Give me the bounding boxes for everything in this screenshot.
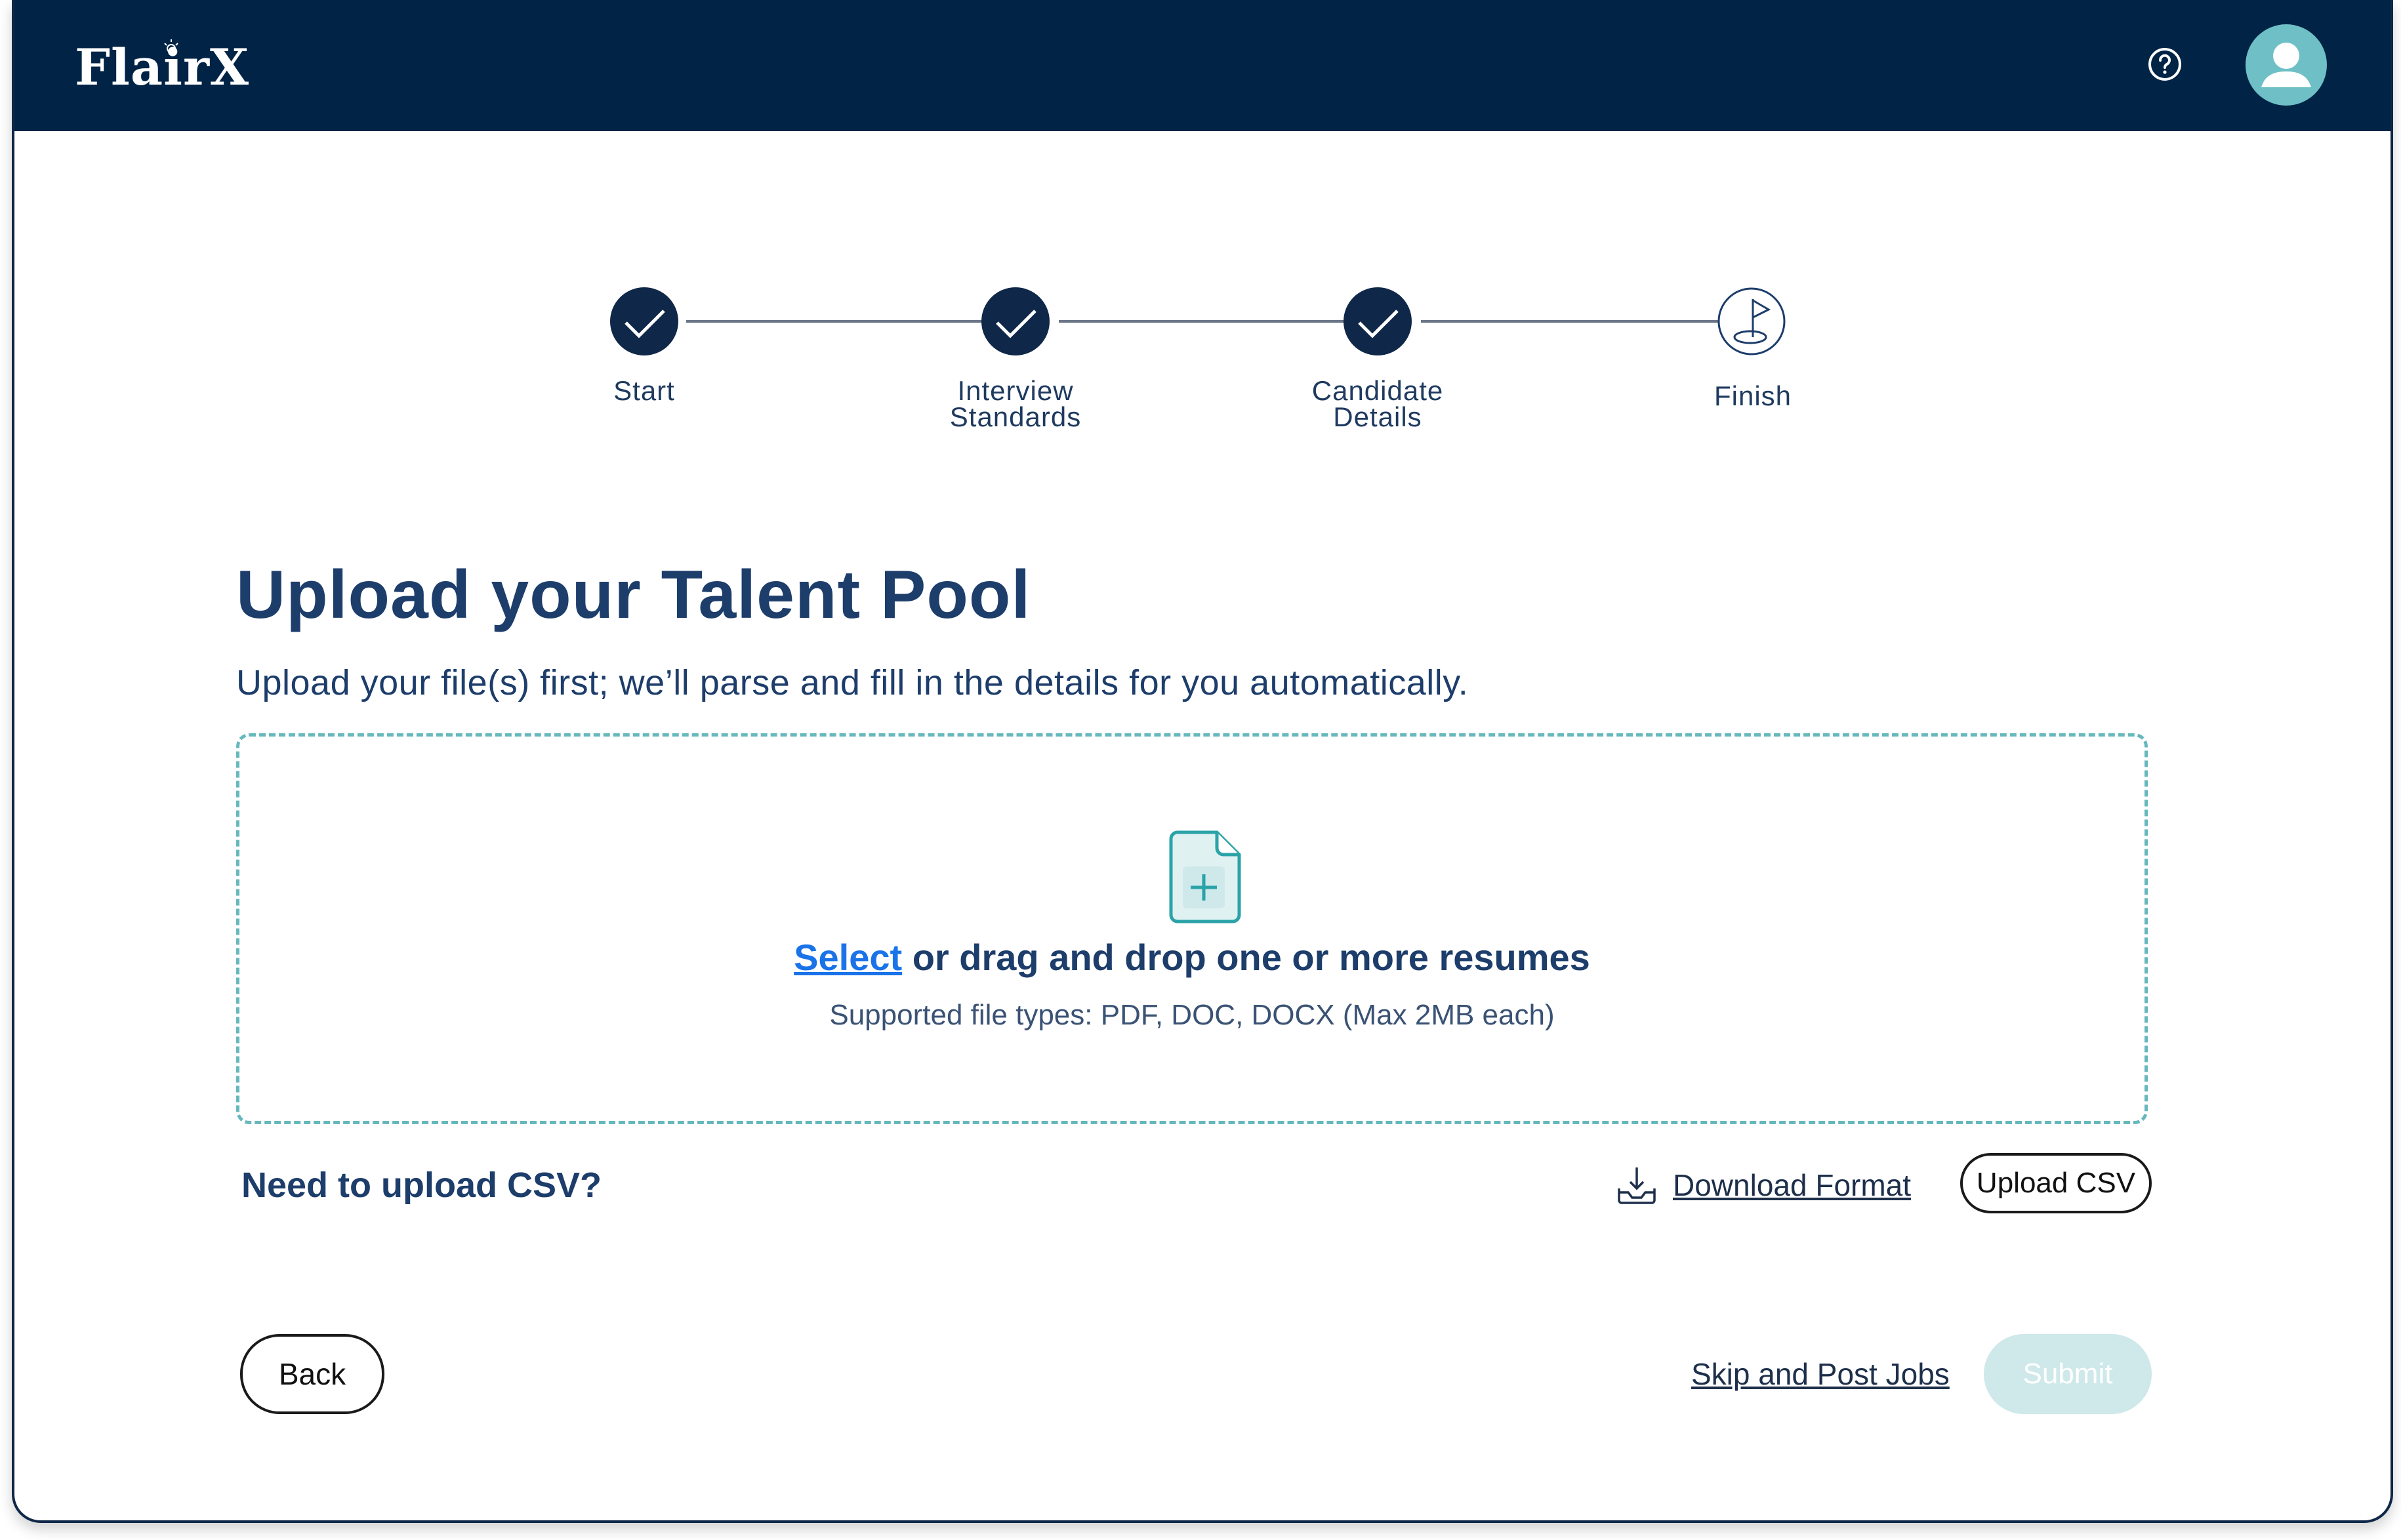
step-label-finish: Finish xyxy=(1654,380,1851,411)
step-interview-standards-marker xyxy=(981,287,1050,355)
app-window: FlairX Start Interview Standards Candida… xyxy=(12,0,2393,1523)
dropzone-instruction-text: or drag and drop one or more resumes xyxy=(902,937,1590,978)
step-label-line: Standards xyxy=(949,401,1082,432)
supported-file-types-hint: Supported file types: PDF, DOC, DOCX (Ma… xyxy=(829,999,1555,1031)
download-icon xyxy=(1618,1167,1656,1204)
page-title: Upload your Talent Pool xyxy=(236,557,1031,633)
progress-stepper xyxy=(610,287,1786,355)
step-label-candidate-details: Candidate Details xyxy=(1279,375,1476,432)
step-candidate-details-marker xyxy=(1344,287,1412,355)
dropzone-instruction: Select or drag and drop one or more resu… xyxy=(239,936,2144,979)
resume-dropzone[interactable]: Select or drag and drop one or more resu… xyxy=(236,733,2148,1124)
step-label-line: Finish xyxy=(1714,380,1792,411)
file-add-icon xyxy=(1169,830,1241,923)
step-label-line: Start xyxy=(613,375,675,406)
download-format-label: Download Format xyxy=(1673,1168,1912,1202)
page-subtitle: Upload your file(s) first; we’ll parse a… xyxy=(236,663,1469,702)
step-label-line: Interview xyxy=(957,375,1074,406)
submit-button[interactable]: Submit xyxy=(1984,1334,2152,1414)
step-label-interview-standards: Interview Standards xyxy=(917,375,1114,432)
download-format-link[interactable]: Download Format xyxy=(1615,1162,1911,1208)
step-label-start: Start xyxy=(546,375,743,406)
select-files-link[interactable]: Select xyxy=(794,937,902,978)
upload-csv-button[interactable]: Upload CSV xyxy=(1960,1153,2152,1213)
step-start-marker xyxy=(610,287,678,355)
step-finish-marker xyxy=(1717,287,1786,355)
skip-and-post-jobs-link[interactable]: Skip and Post Jobs xyxy=(1691,1356,1950,1392)
csv-upload-prompt: Need to upload CSV? xyxy=(241,1165,602,1205)
back-button[interactable]: Back xyxy=(240,1334,384,1414)
step-label-line: Details xyxy=(1333,401,1422,432)
step-label-line: Candidate xyxy=(1311,375,1444,406)
